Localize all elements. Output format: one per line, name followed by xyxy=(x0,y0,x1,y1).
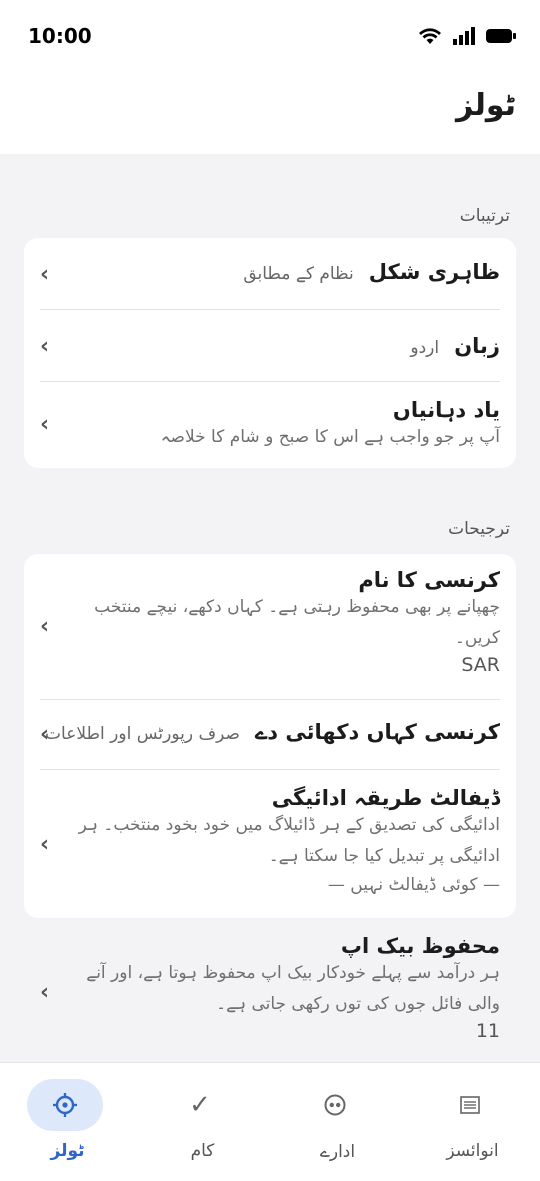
language-row[interactable]: زبان اردو ‹ xyxy=(40,310,500,382)
nav-tools[interactable]: ٹولز xyxy=(0,1063,135,1181)
settings-card: ظاہری شکل نظام کے مطابق ‹ زبان اردو ‹ یا… xyxy=(24,238,516,468)
reminders-title: یاد دہانیاں xyxy=(392,398,500,422)
backup-row[interactable]: محفوظ بیک اپ ہر درآمد سے پہلے خودکار بیک… xyxy=(40,932,500,1056)
currency-name-desc: چھپانے پر بھی محفوظ رہتی ہے۔ کہاں دکھے، … xyxy=(94,597,500,648)
status-bar: 10:00 xyxy=(0,0,540,72)
entities-icon xyxy=(297,1079,373,1131)
currency-show-value: صرف رپورٹس اور اطلاعات xyxy=(45,724,240,744)
language-value: اردو xyxy=(410,338,440,358)
nav-invoices-label: انوائسز xyxy=(446,1141,499,1161)
status-time: 10:00 xyxy=(28,24,92,48)
currency-name-value: SAR xyxy=(461,654,500,676)
checkmark-icon: ✓ xyxy=(189,1090,211,1120)
currency-show-title: کرنسی کہاں دکھائی دے xyxy=(255,720,500,744)
page-title: ٹولز xyxy=(456,88,516,123)
reminders-desc: آپ پر جو واجب ہے اس کا صبح و شام کا خلاص… xyxy=(160,427,500,447)
default-payment-row[interactable]: ڈیفالٹ طریقہ ادائیگی ادائیگی کی تصدیق کے… xyxy=(40,770,500,918)
section-label-settings: ترتیبات xyxy=(459,206,510,226)
nav-invoices[interactable]: انوائسز xyxy=(405,1063,540,1181)
chevron-icon: ‹ xyxy=(40,832,50,857)
reminders-row[interactable]: یاد دہانیاں آپ پر جو واجب ہے اس کا صبح و… xyxy=(40,382,500,468)
language-title: زبان xyxy=(454,334,500,358)
nav-entities[interactable]: ادارے xyxy=(270,1063,405,1181)
wifi-icon xyxy=(419,28,441,44)
bottom-nav: ٹولز ✓ کام ادارے انوائسز xyxy=(0,1062,540,1181)
battery-icon xyxy=(486,29,516,43)
signal-icon xyxy=(453,27,475,45)
gear-icon xyxy=(27,1079,103,1131)
appearance-value: نظام کے مطابق xyxy=(243,264,354,284)
preferences-card: کرنسی کا نام چھپانے پر بھی محفوظ رہتی ہے… xyxy=(24,554,516,918)
default-payment-value: — کوئی ڈیفالٹ نہیں — xyxy=(327,875,500,895)
nav-tasks-label: کام xyxy=(190,1141,215,1161)
appearance-row[interactable]: ظاہری شکل نظام کے مطابق ‹ xyxy=(40,238,500,310)
default-payment-title: ڈیفالٹ طریقہ ادائیگی xyxy=(271,786,500,810)
nav-tasks[interactable]: ✓ کام xyxy=(135,1063,270,1181)
chevron-icon: ‹ xyxy=(40,412,50,437)
chevron-icon: ‹ xyxy=(40,262,50,287)
section-label-preferences: ترجیحات xyxy=(448,519,510,539)
appearance-title: ظاہری شکل xyxy=(368,260,500,284)
chevron-icon: ‹ xyxy=(40,722,50,747)
currency-name-title: کرنسی کا نام xyxy=(358,568,500,592)
backup-value: 11 xyxy=(475,1020,500,1042)
backup-desc: ہر درآمد سے پہلے خودکار بیک اپ محفوظ ہوت… xyxy=(86,963,500,1014)
app-header: ٹولز xyxy=(0,72,540,154)
currency-show-row[interactable]: کرنسی کہاں دکھائی دے صرف رپورٹس اور اطلا… xyxy=(40,700,500,770)
status-icons xyxy=(418,26,516,46)
chevron-icon: ‹ xyxy=(40,334,50,359)
default-payment-desc: ادائیگی کی تصدیق کے ہر ڈائیلاگ میں خود ب… xyxy=(78,815,500,866)
chevron-icon: ‹ xyxy=(40,614,50,639)
currency-name-row[interactable]: کرنسی کا نام چھپانے پر بھی محفوظ رہتی ہے… xyxy=(40,554,500,700)
chevron-icon: ‹ xyxy=(40,980,50,1005)
backup-title: محفوظ بیک اپ xyxy=(340,934,500,958)
nav-tools-label: ٹولز xyxy=(50,1141,85,1161)
list-icon xyxy=(432,1079,508,1131)
nav-entities-label: ادارے xyxy=(319,1142,356,1162)
